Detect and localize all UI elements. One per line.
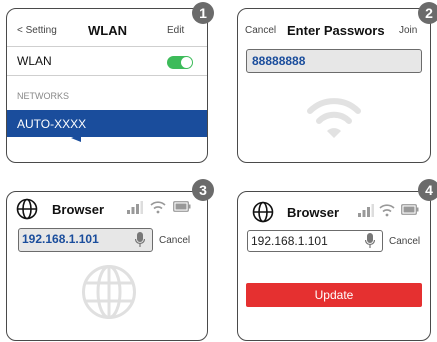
step-badge-2: 2: [418, 2, 437, 24]
back-to-setting-button[interactable]: < Setting: [17, 25, 57, 36]
step-badge-1: 1: [192, 2, 214, 24]
update-button[interactable]: Update: [246, 283, 422, 307]
divider: [7, 46, 207, 47]
signal-icon: [127, 201, 143, 214]
browser-panel: Browser 192.168.1.101 Cancel: [6, 191, 208, 341]
step-badge-4: 4: [418, 179, 437, 201]
url-input[interactable]: 192.168.1.101: [247, 230, 383, 252]
url-input[interactable]: 192.168.1.101: [18, 228, 153, 252]
battery-icon: [173, 201, 191, 212]
page-title: Enter Passwors: [287, 23, 385, 38]
divider: [7, 75, 207, 76]
wifi-icon: [307, 98, 361, 138]
page-title: WLAN: [88, 23, 127, 38]
page-title: Browser: [52, 202, 105, 217]
password-value: 88888888: [252, 54, 306, 68]
microphone-icon[interactable]: [365, 233, 375, 249]
signal-icon: [358, 204, 374, 217]
wlan-label: WLAN: [17, 54, 52, 68]
page-title: Browser: [287, 205, 340, 220]
wifi-icon: [379, 204, 395, 217]
wlan-settings-panel: < Setting WLAN Edit WLAN NETWORKS AUTO-X…: [6, 8, 208, 163]
join-button[interactable]: Join: [399, 25, 417, 36]
cancel-button[interactable]: Cancel: [389, 236, 420, 247]
enter-password-panel: Cancel Enter Passwors Join 88888888: [237, 8, 431, 163]
microphone-icon[interactable]: [135, 232, 145, 248]
url-value: 192.168.1.101: [22, 232, 99, 246]
wifi-icon: [150, 201, 166, 214]
step-badge-3: 3: [192, 179, 214, 201]
tap-pointer-icon: [71, 134, 81, 142]
browser-update-panel: Browser 192.168.1.101 Cancel Update: [237, 191, 431, 341]
network-row-selected[interactable]: AUTO-XXXX: [7, 110, 207, 137]
globe-icon: [82, 265, 136, 319]
cancel-button[interactable]: Cancel: [245, 25, 276, 36]
edit-button[interactable]: Edit: [167, 25, 184, 36]
password-field[interactable]: 88888888: [246, 49, 422, 73]
cancel-button[interactable]: Cancel: [159, 235, 190, 246]
globe-icon: [252, 201, 274, 223]
battery-icon: [401, 204, 419, 215]
network-name: AUTO-XXXX: [17, 117, 87, 131]
globe-icon: [16, 198, 38, 220]
wlan-toggle[interactable]: [167, 56, 193, 69]
url-value: 192.168.1.101: [251, 234, 328, 248]
networks-section-label: NETWORKS: [17, 91, 70, 101]
